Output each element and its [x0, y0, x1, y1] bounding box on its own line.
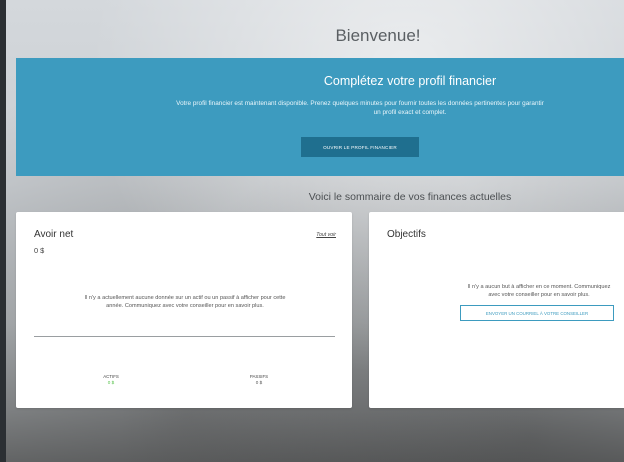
dashboard-main: Bienvenue! Complétez votre profil financ…	[16, 0, 624, 462]
liabilities-stat: PASSIFS 0 $	[244, 374, 274, 385]
objectives-empty-line-1: Il n'y a aucun but à afficher en ce mome…	[467, 284, 611, 290]
banner-title: Complétez votre profil financier	[323, 74, 497, 88]
net-worth-divider	[34, 336, 335, 337]
assets-stat: ACTIFS 0 $	[96, 374, 126, 385]
summary-heading: Voici le sommaire de vos finances actuel…	[308, 191, 512, 203]
net-worth-value: 0 $	[34, 246, 45, 255]
objectives-empty-line-2: avec votre conseiller pour en savoir plu…	[488, 292, 590, 298]
liabilities-label: PASSIFS	[249, 374, 269, 379]
net-worth-empty-message: Il n'y a actuellement aucune donnée sur …	[84, 295, 286, 309]
left-sidebar-edge	[0, 0, 6, 462]
banner-text-line-1: Votre profil financier est maintenant di…	[176, 100, 544, 107]
liabilities-value: 0 $	[255, 380, 263, 385]
page-title: Bienvenue!	[335, 26, 421, 45]
objectives-title: Objectifs	[387, 229, 426, 240]
open-financial-profile-button[interactable]: OUVRIR LE PROFIL FINANCIER	[301, 137, 419, 157]
assets-value: 0 $	[107, 380, 115, 385]
net-worth-title: Avoir net	[34, 229, 74, 240]
email-advisor-button[interactable]: ENVOYER UN COURRIEL À VOTRE CONSEILLER	[460, 305, 614, 321]
objectives-card: Objectifs Il n'y a aucun but à afficher …	[369, 212, 624, 408]
net-worth-card: Avoir net Tout voir 0 $ Il n'y a actuell…	[16, 212, 352, 408]
banner-text-line-2: un profil exact et complet.	[373, 109, 447, 116]
assets-label: ACTIFS	[103, 374, 119, 379]
view-all-link[interactable]: Tout voir	[316, 232, 336, 238]
profile-banner: Complétez votre profil financier Votre p…	[16, 58, 624, 176]
objectives-empty-message: Il n'y a aucun but à afficher en ce mome…	[429, 283, 624, 299]
